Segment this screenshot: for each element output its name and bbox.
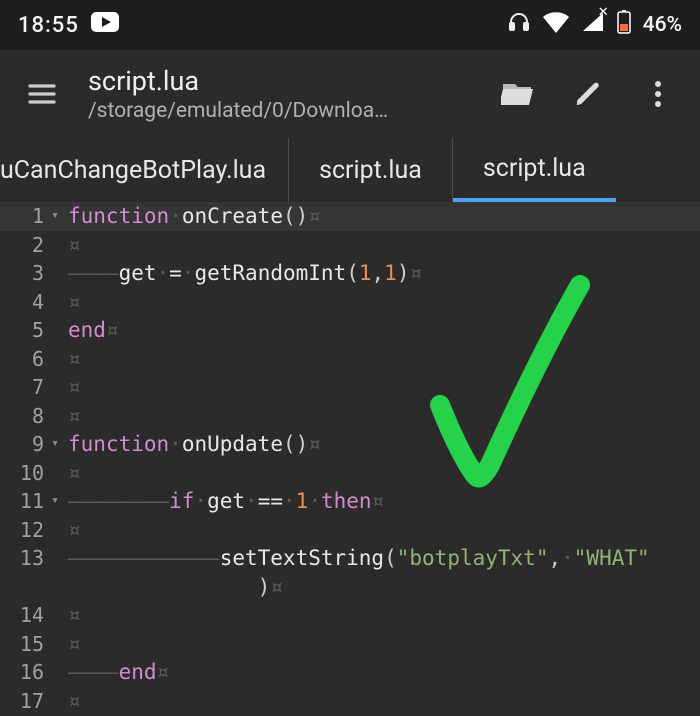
app-bar: script.lua /storage/emulated/0/Downloa… (0, 50, 700, 138)
battery-icon (617, 10, 631, 40)
code-line[interactable]: 1▾function·onCreate()¤ (0, 202, 700, 231)
line-number: 13 (0, 544, 46, 573)
code-line[interactable]: 2¤ (0, 231, 700, 260)
code-content[interactable]: ————end¤ (64, 658, 700, 687)
clock: 18:55 (18, 13, 79, 38)
line-number: 2 (0, 231, 46, 260)
battery-percent: 46% (643, 13, 682, 37)
open-folder-button[interactable] (494, 70, 542, 118)
signal-icon: ✕ (581, 11, 605, 39)
code-content[interactable]: ¤ (64, 231, 700, 260)
line-number: 12 (0, 516, 46, 545)
line-number: 1 (0, 202, 46, 231)
code-content[interactable]: ————————if·get·==·1·then¤ (64, 487, 700, 516)
line-number: 4 (0, 288, 46, 317)
tab-label: script.lua (483, 154, 586, 183)
code-content[interactable]: ¤ (64, 516, 700, 545)
tab-label: uCanChangeBotPlay.lua (0, 156, 266, 185)
code-content[interactable]: ¤ (64, 345, 700, 374)
line-number: 11 (0, 487, 46, 516)
tab-label: script.lua (319, 156, 422, 185)
code-editor[interactable]: 1▾function·onCreate()¤2¤3————get·=·getRa… (0, 202, 700, 716)
code-content[interactable]: ¤ (64, 459, 700, 488)
code-line[interactable]: 14 ¤ (0, 601, 700, 630)
line-number: 14 (0, 601, 46, 630)
code-line[interactable]: 5 end¤ (0, 316, 700, 345)
code-line[interactable]: 9▾function·onUpdate()¤ (0, 430, 700, 459)
line-number: 15 (0, 630, 46, 659)
wifi-icon (543, 11, 569, 39)
tab-bar: uCanChangeBotPlay.lua script.lua script.… (0, 138, 700, 202)
code-content[interactable]: )¤ (64, 573, 700, 602)
code-line[interactable]: 6¤ (0, 345, 700, 374)
tab-script-1[interactable]: script.lua (289, 138, 453, 202)
code-content[interactable]: function·onCreate()¤ (64, 202, 700, 231)
line-number: 7 (0, 373, 46, 402)
code-line[interactable]: 11▾————————if·get·==·1·then¤ (0, 487, 700, 516)
line-number: 10 (0, 459, 46, 488)
code-line[interactable]: 15 ¤ (0, 630, 700, 659)
code-line[interactable]: )¤ (0, 573, 700, 602)
page-subtitle: /storage/emulated/0/Downloa… (88, 99, 472, 123)
code-content[interactable]: ————get·=·getRandomInt(1,1)¤ (64, 259, 700, 288)
code-line[interactable]: 17 ¤ (0, 687, 700, 716)
code-content[interactable]: function·onUpdate()¤ (64, 430, 700, 459)
tab-ucanchangebotplay[interactable]: uCanChangeBotPlay.lua (0, 138, 289, 202)
code-content[interactable]: ¤ (64, 630, 700, 659)
line-number: 17 (0, 687, 46, 716)
code-line[interactable]: 7¤ (0, 373, 700, 402)
code-content[interactable]: ¤ (64, 402, 700, 431)
status-bar: 18:55 ✕ 46% (0, 0, 700, 50)
fold-marker[interactable]: ▾ (46, 487, 64, 516)
code-line[interactable]: 10 ¤ (0, 459, 700, 488)
headset-icon (507, 10, 531, 40)
youtube-icon (91, 12, 119, 38)
line-number: 3 (0, 259, 46, 288)
fold-marker[interactable]: ▾ (46, 202, 64, 231)
code-content[interactable]: ————————————setTextString("botplayTxt",·… (64, 544, 700, 573)
page-title: script.lua (88, 65, 472, 97)
fold-marker[interactable]: ▾ (46, 430, 64, 459)
code-content[interactable]: end¤ (64, 316, 700, 345)
code-line[interactable]: 8¤ (0, 402, 700, 431)
code-line[interactable]: 4¤ (0, 288, 700, 317)
code-line[interactable]: 16 ————end¤ (0, 658, 700, 687)
line-number: 16 (0, 658, 46, 687)
code-line[interactable]: 13 ————————————setTextString("botplayTxt"… (0, 544, 700, 573)
edit-button[interactable] (564, 70, 612, 118)
code-content[interactable]: ¤ (64, 601, 700, 630)
menu-button[interactable] (18, 70, 66, 118)
code-content[interactable]: ¤ (64, 373, 700, 402)
code-line[interactable]: 12 ¤ (0, 516, 700, 545)
code-line[interactable]: 3 ————get·=·getRandomInt(1,1)¤ (0, 259, 700, 288)
code-content[interactable]: ¤ (64, 687, 700, 716)
line-number: 6 (0, 345, 46, 374)
line-number: 9 (0, 430, 46, 459)
line-number: 5 (0, 316, 46, 345)
tab-script-2[interactable]: script.lua (453, 138, 616, 202)
line-number: 8 (0, 402, 46, 431)
overflow-menu-button[interactable] (634, 70, 682, 118)
code-content[interactable]: ¤ (64, 288, 700, 317)
